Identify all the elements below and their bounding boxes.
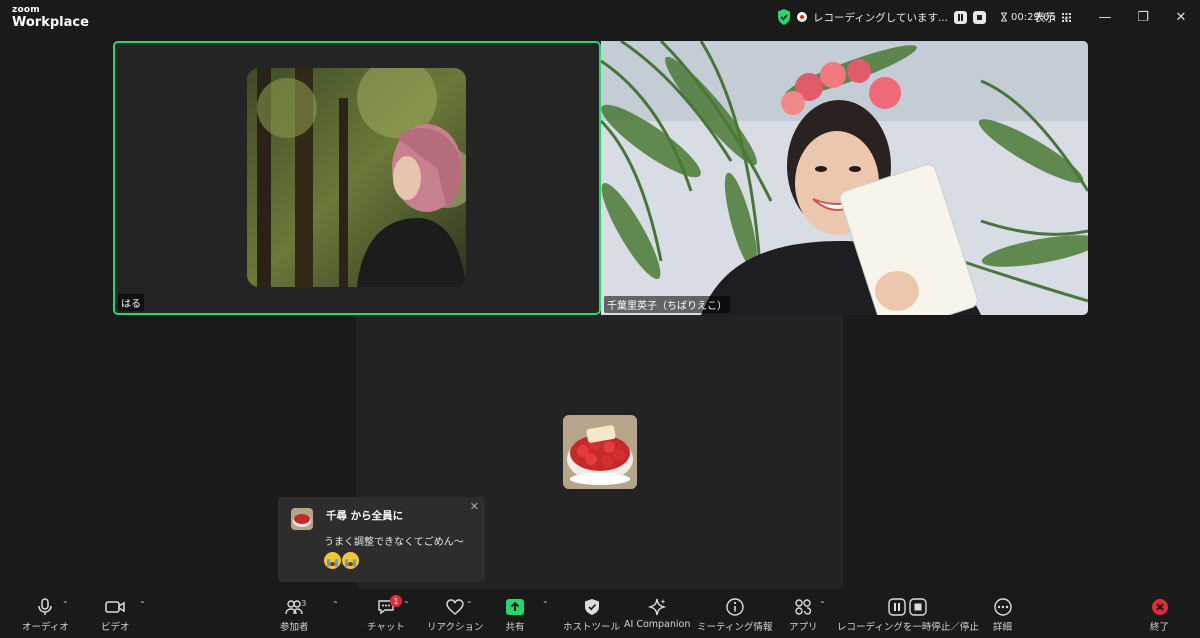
recording-controls-icon bbox=[888, 598, 928, 616]
share-screen-icon bbox=[506, 599, 524, 615]
meeting-info-label: ミーティング情報 bbox=[697, 622, 773, 633]
pause-icon bbox=[888, 598, 907, 616]
ai-companion-label: AI Companion bbox=[624, 619, 691, 630]
audio-options-chevron-icon[interactable]: ⌃ bbox=[62, 600, 69, 609]
title-bar: zoom Workplace レコーディングしています... 00:29:05 … bbox=[0, 0, 1200, 34]
crying-emoji-icon bbox=[342, 552, 359, 569]
more-dots-icon bbox=[993, 598, 1012, 616]
share-button[interactable]: 共有 bbox=[505, 598, 525, 633]
sparkle-icon bbox=[647, 598, 667, 616]
grid-icon bbox=[1062, 12, 1071, 22]
more-label: 詳細 bbox=[993, 622, 1013, 633]
close-icon[interactable]: ✕ bbox=[1162, 0, 1200, 34]
chat-message-text: うまく調整できなくてごめん〜 bbox=[324, 537, 464, 548]
chat-unread-badge: 1 bbox=[389, 595, 402, 607]
microphone-icon bbox=[38, 598, 53, 615]
audio-label: オーディオ bbox=[22, 622, 69, 633]
reactions-button[interactable]: リアクション bbox=[427, 598, 484, 633]
brand-zoom: zoom bbox=[12, 5, 40, 15]
close-icon[interactable]: ✕ bbox=[470, 500, 479, 513]
reactions-label: リアクション bbox=[427, 622, 484, 633]
heart-icon bbox=[446, 599, 464, 615]
apps-options-chevron-icon[interactable]: ⌃ bbox=[819, 600, 826, 609]
meeting-info-button[interactable]: ミーティング情報 bbox=[697, 598, 772, 633]
share-label: 共有 bbox=[505, 622, 525, 633]
participant-count: 3 bbox=[301, 599, 307, 608]
recording-status-text[interactable]: レコーディングしています... bbox=[813, 10, 948, 25]
share-options-chevron-icon[interactable]: ⌃ bbox=[542, 600, 549, 609]
video-options-chevron-icon[interactable]: ⌃ bbox=[139, 600, 146, 609]
participants-label: 参加者 bbox=[280, 622, 309, 633]
chat-sender: 千尋 から全員に bbox=[326, 510, 404, 522]
participant-name-label: 千葉里英子（ちばりえこ） bbox=[604, 296, 730, 313]
window-controls: — ❐ ✕ bbox=[1086, 0, 1200, 34]
end-meeting-label: 終了 bbox=[1150, 622, 1170, 633]
profile-photo-haru bbox=[247, 68, 466, 287]
brand-workplace: Workplace bbox=[12, 15, 89, 30]
crying-emoji-icon bbox=[324, 552, 341, 569]
stop-recording-button[interactable] bbox=[972, 10, 986, 24]
recording-dot-icon bbox=[797, 12, 807, 22]
stop-icon bbox=[909, 598, 928, 616]
video-tile-haru[interactable]: はる bbox=[113, 41, 601, 315]
zoom-workplace-logo: zoom Workplace bbox=[12, 5, 89, 30]
hourglass-icon bbox=[1000, 12, 1007, 22]
info-icon bbox=[726, 598, 744, 616]
participant-name-label: はる bbox=[118, 294, 144, 311]
recording-control-label: レコーディングを一時停止／停止 bbox=[837, 622, 979, 633]
chat-label: チャット bbox=[367, 622, 405, 633]
recording-control-button[interactable]: レコーディングを一時停止／停止 bbox=[837, 598, 979, 633]
chat-message: うまく調整できなくてごめん〜 bbox=[324, 535, 474, 569]
host-tools-button[interactable]: ホストツール bbox=[563, 598, 620, 633]
ai-companion-button[interactable]: AI Companion bbox=[624, 598, 690, 630]
host-shield-icon bbox=[584, 599, 599, 615]
end-meeting-button[interactable]: 終了 bbox=[1150, 598, 1169, 633]
emoji-row bbox=[324, 552, 474, 569]
chat-notification[interactable]: 千尋 から全員に ✕ うまく調整できなくてごめん〜 bbox=[278, 497, 485, 582]
profile-photo-cake bbox=[563, 415, 637, 489]
view-button[interactable]: 表示 bbox=[1034, 9, 1071, 25]
meeting-toolbar: オーディオ ⌃ ビデオ ⌃ 3 参加者 ⌃ 1 チャット ⌃ リアクション ⌃ … bbox=[0, 594, 1200, 638]
participants-options-chevron-icon[interactable]: ⌃ bbox=[332, 600, 339, 609]
chat-button[interactable]: 1 チャット bbox=[367, 595, 405, 633]
chat-options-chevron-icon[interactable]: ⌃ bbox=[403, 600, 410, 609]
participants-button[interactable]: 3 参加者 bbox=[280, 598, 309, 633]
video-feed-chiba bbox=[601, 41, 1088, 315]
chat-sender-avatar bbox=[291, 508, 313, 530]
reactions-options-chevron-icon[interactable]: ⌃ bbox=[466, 600, 473, 609]
video-button[interactable]: ビデオ bbox=[101, 598, 130, 633]
end-meeting-icon bbox=[1151, 599, 1168, 615]
view-label: 表示 bbox=[1034, 11, 1056, 24]
pause-recording-button[interactable] bbox=[953, 10, 967, 24]
host-tools-label: ホストツール bbox=[563, 622, 621, 633]
recording-indicator: レコーディングしています... 00:29:05 ⌄ bbox=[777, 8, 1070, 26]
apps-icon bbox=[795, 599, 812, 615]
apps-label: アプリ bbox=[789, 622, 818, 633]
restore-icon[interactable]: ❐ bbox=[1124, 0, 1162, 34]
apps-button[interactable]: アプリ bbox=[789, 598, 818, 633]
more-button[interactable]: 詳細 bbox=[993, 598, 1012, 633]
video-tile-chiba[interactable]: 千葉里英子（ちばりえこ） bbox=[601, 41, 1088, 315]
video-camera-icon bbox=[105, 601, 125, 613]
minimize-icon[interactable]: — bbox=[1086, 0, 1124, 34]
encryption-shield-icon[interactable] bbox=[777, 9, 791, 25]
video-label: ビデオ bbox=[101, 622, 130, 633]
